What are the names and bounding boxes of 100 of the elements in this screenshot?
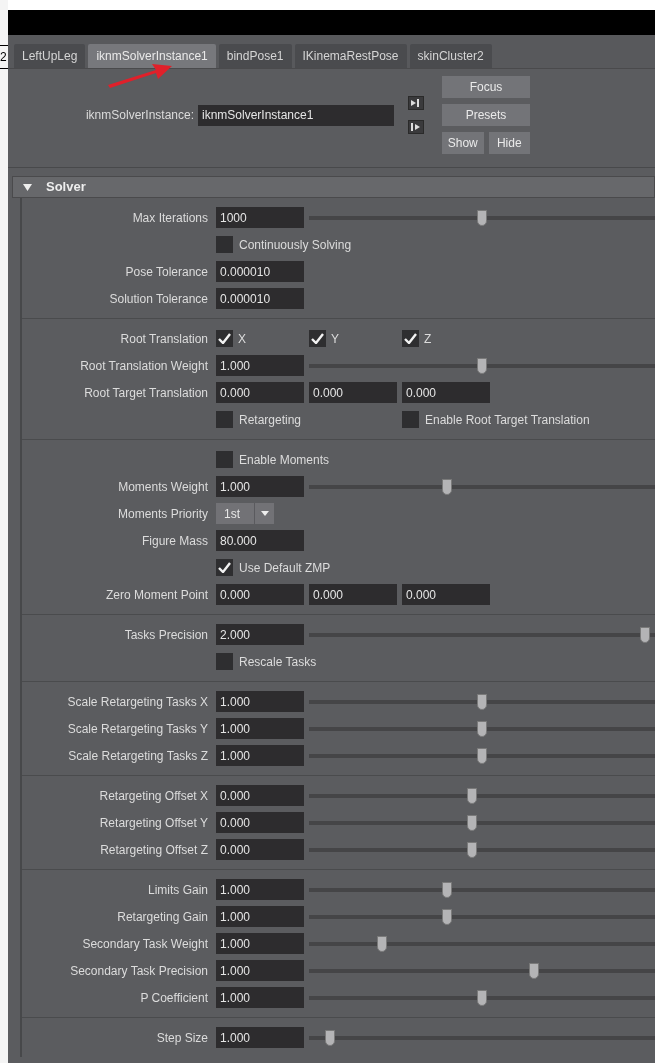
- presets-button[interactable]: Presets: [442, 104, 530, 126]
- slider[interactable]: [309, 787, 655, 804]
- attribute-label: Secondary Task Weight: [82, 935, 208, 953]
- tab[interactable]: bindPose1: [218, 44, 292, 68]
- attribute-label: Retargeting Offset Y: [99, 814, 208, 832]
- attribute-label: Pose Tolerance: [125, 263, 208, 281]
- tab[interactable]: skinCluster2: [409, 44, 492, 68]
- input-field[interactable]: 0.000010: [216, 261, 304, 282]
- checkbox[interactable]: [402, 330, 419, 347]
- input-field[interactable]: 1.000: [216, 906, 304, 927]
- tab[interactable]: IKinemaRestPose: [294, 44, 407, 68]
- slider[interactable]: [309, 962, 655, 979]
- checkbox-label: Enable Moments: [239, 451, 330, 469]
- input-field[interactable]: iknmSolverInstance1: [198, 104, 394, 126]
- slider[interactable]: [309, 693, 655, 710]
- attribute-label: Scale Retargeting Tasks Z: [68, 747, 208, 765]
- slider[interactable]: [309, 720, 655, 737]
- attribute-label: Limits Gain: [147, 881, 208, 899]
- checkbox-label: Continuously Solving: [239, 236, 352, 254]
- input-field[interactable]: 0.000010: [216, 288, 304, 309]
- slider-thumb[interactable]: [477, 693, 487, 710]
- input-field[interactable]: 80.000: [216, 530, 304, 551]
- slider-thumb[interactable]: [442, 908, 453, 925]
- checkbox[interactable]: [309, 330, 326, 347]
- input-connection-icon[interactable]: [408, 96, 424, 110]
- input-field[interactable]: 0.000: [216, 839, 304, 860]
- checkbox-label: Y: [331, 330, 339, 348]
- slider-thumb[interactable]: [442, 478, 453, 495]
- checkbox[interactable]: [216, 451, 233, 468]
- slider[interactable]: [309, 989, 655, 1006]
- tab[interactable]: iknmSolverInstance1: [88, 44, 216, 68]
- slider[interactable]: [309, 814, 655, 831]
- input-field[interactable]: 0.000: [216, 812, 304, 833]
- slider[interactable]: [309, 908, 655, 925]
- slider-thumb[interactable]: [324, 1029, 335, 1046]
- input-field[interactable]: 0.000: [216, 584, 304, 605]
- checkbox[interactable]: [216, 653, 233, 670]
- input-field[interactable]: 1.000: [216, 987, 304, 1008]
- input-field[interactable]: 0.000: [216, 785, 304, 806]
- caret-icon: [260, 511, 269, 516]
- attribute-label: Secondary Task Precision: [70, 962, 208, 980]
- checkbox-label: X: [238, 330, 246, 348]
- attribute-label: Root Translation: [120, 330, 208, 348]
- slider[interactable]: [309, 747, 655, 764]
- hide-button[interactable]: Hide: [488, 132, 530, 154]
- slider[interactable]: [309, 841, 655, 858]
- slider[interactable]: [309, 935, 655, 952]
- slider-thumb[interactable]: [466, 787, 477, 804]
- input-field[interactable]: 1.000: [216, 1027, 304, 1048]
- slider[interactable]: [309, 626, 655, 643]
- slider-thumb[interactable]: [477, 747, 487, 764]
- checkbox-label: Use Default ZMP: [239, 559, 331, 577]
- input-field[interactable]: 1.000: [216, 745, 304, 766]
- dropdown[interactable]: 1st: [216, 503, 274, 524]
- slider-thumb[interactable]: [528, 962, 539, 979]
- input-field[interactable]: 1.000: [216, 691, 304, 712]
- section-header[interactable]: Solver: [12, 176, 655, 198]
- input-field[interactable]: 0.000: [402, 584, 490, 605]
- slider-thumb[interactable]: [466, 814, 477, 831]
- annotation-arrow: [106, 61, 174, 89]
- input-field[interactable]: 0.000: [309, 382, 397, 403]
- input-field[interactable]: 0.000: [309, 584, 397, 605]
- collapse-triangle-icon: [23, 183, 32, 191]
- slider-thumb[interactable]: [442, 881, 453, 898]
- checkbox-label: Z: [424, 330, 432, 348]
- slider-thumb[interactable]: [477, 720, 487, 737]
- slider[interactable]: [309, 1029, 655, 1046]
- show-button[interactable]: Show: [442, 132, 484, 154]
- input-field[interactable]: 1.000: [216, 879, 304, 900]
- slider-thumb[interactable]: [466, 841, 477, 858]
- checkbox-label: Retargeting: [239, 411, 302, 429]
- input-field[interactable]: 2.000: [216, 624, 304, 645]
- attribute-label: Max Iterations: [132, 209, 208, 227]
- checkbox[interactable]: [216, 330, 233, 347]
- input-field[interactable]: 1.000: [216, 355, 304, 376]
- slider[interactable]: [309, 881, 655, 898]
- checkbox[interactable]: [216, 411, 233, 428]
- slider[interactable]: [309, 357, 655, 374]
- input-field[interactable]: 1.000: [216, 933, 304, 954]
- input-field[interactable]: 1.000: [216, 718, 304, 739]
- input-field[interactable]: 0.000: [402, 382, 490, 403]
- checkbox[interactable]: [402, 411, 419, 428]
- slider[interactable]: [309, 478, 655, 495]
- input-field[interactable]: 1.000: [216, 476, 304, 497]
- slider-thumb[interactable]: [639, 626, 650, 643]
- input-field[interactable]: 1.000: [216, 960, 304, 981]
- slider-thumb[interactable]: [376, 935, 387, 952]
- output-connection-icon[interactable]: [408, 120, 424, 134]
- input-field[interactable]: 0.000: [216, 382, 304, 403]
- slider-thumb[interactable]: [477, 209, 487, 226]
- checkbox[interactable]: [216, 236, 233, 253]
- tab[interactable]: LeftUpLeg: [14, 44, 86, 68]
- slider[interactable]: [309, 209, 655, 226]
- checkbox[interactable]: [216, 559, 233, 576]
- slider-thumb[interactable]: [477, 357, 487, 374]
- focus-button[interactable]: Focus: [442, 76, 530, 98]
- checkmark-icon: [218, 333, 231, 344]
- checkmark-icon: [218, 562, 231, 573]
- slider-thumb[interactable]: [477, 989, 487, 1006]
- input-field[interactable]: 1000: [216, 207, 304, 228]
